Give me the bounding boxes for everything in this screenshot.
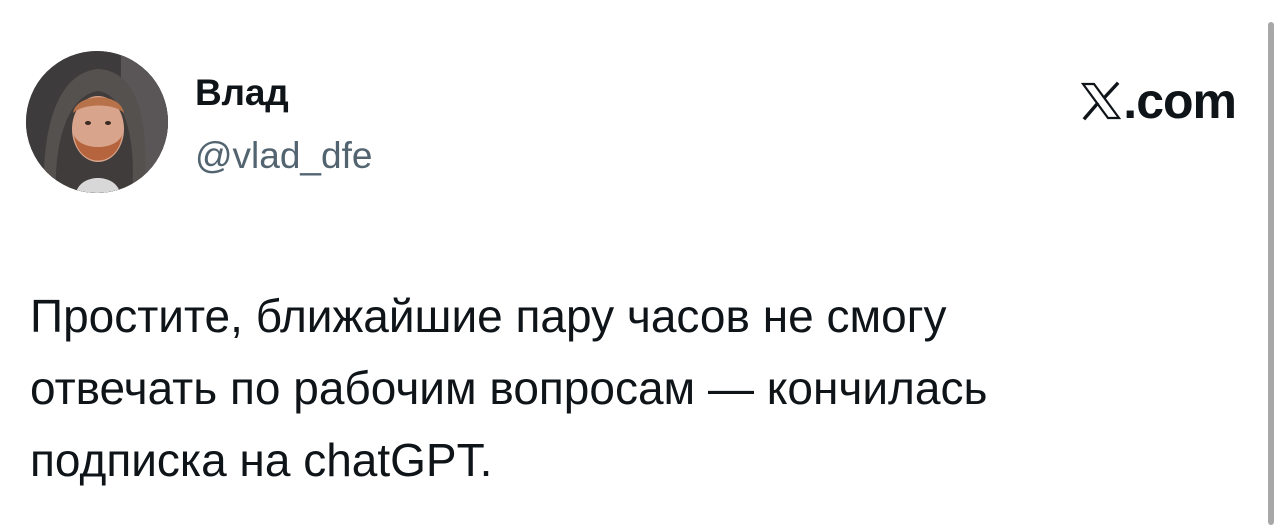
user-avatar-photo-icon [26, 51, 168, 193]
author-handle[interactable]: @vlad_dfe [195, 137, 372, 174]
brand-domain-text: .com [1123, 73, 1237, 129]
avatar[interactable] [26, 51, 168, 193]
brand-logo: .com [1081, 73, 1237, 129]
author-name[interactable]: Влад [195, 74, 289, 111]
tweet-text-line: подписка на chatGPT. [30, 434, 493, 486]
x-logo-icon [1081, 81, 1122, 121]
tweet-card: Влад @vlad_dfe .com Простите, ближайшие … [0, 0, 1284, 525]
tweet-text-line: отвечать по рабочим вопросам — кончилась [30, 362, 988, 414]
tweet-text-line: Простите, ближайшие пару часов не смогу [30, 290, 947, 342]
tweet-text: Простите, ближайшие пару часов не смогу … [30, 280, 1210, 496]
scrollbar[interactable] [1268, 22, 1274, 525]
